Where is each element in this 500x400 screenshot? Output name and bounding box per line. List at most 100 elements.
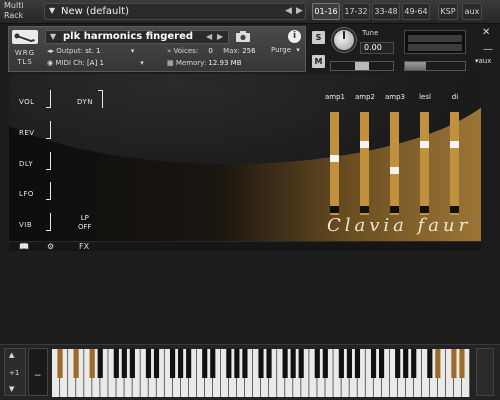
preset-prev-arrow-icon[interactable]: ◀: [285, 6, 292, 16]
vol-slider[interactable]: [46, 90, 56, 108]
black-key[interactable]: [153, 349, 160, 378]
lp-off-switch[interactable]: LP OFF: [78, 214, 92, 232]
black-key[interactable]: [395, 349, 401, 378]
rev-slider[interactable]: [46, 121, 56, 139]
amp3-toggle[interactable]: [390, 206, 399, 213]
piano-keyboard[interactable]: [52, 349, 470, 397]
black-key[interactable]: [403, 349, 409, 378]
black-key[interactable]: [290, 349, 296, 378]
gear-icon[interactable]: ⚙: [47, 242, 54, 251]
black-key[interactable]: [282, 349, 288, 378]
output-selector[interactable]: ◂▸ Output: st. 1 ▾: [47, 47, 134, 55]
di-toggle[interactable]: [450, 206, 459, 213]
black-key[interactable]: [354, 349, 361, 378]
black-key[interactable]: [298, 349, 304, 378]
dyn-slider[interactable]: [98, 90, 108, 108]
black-key[interactable]: [314, 349, 320, 378]
black-key[interactable]: [258, 349, 264, 378]
black-key[interactable]: [202, 349, 208, 378]
octave-down-icon[interactable]: ▼: [9, 385, 14, 393]
preset-next-arrow-icon[interactable]: ▶: [296, 6, 303, 16]
amp1-toggle[interactable]: [330, 206, 339, 213]
instrument-prev-arrow-icon[interactable]: ◀: [206, 32, 212, 41]
multi-rack-label: Multi Rack: [4, 1, 24, 20]
column-label-amp1: amp1: [324, 93, 345, 101]
amp1-slider[interactable]: [330, 112, 339, 215]
black-key[interactable]: [338, 349, 344, 378]
black-key[interactable]: [346, 349, 352, 378]
black-key[interactable]: [186, 349, 192, 378]
vol-label: VOL: [19, 98, 35, 106]
black-key[interactable]: [379, 349, 385, 378]
instrument-logo: Clavia faur: [327, 215, 472, 236]
aux-expand-icon[interactable]: ▾aux: [475, 57, 491, 65]
instrument-header: WRG TLS ▼ plk harmonics fingered ◀ ▶ i ◂…: [8, 26, 306, 72]
black-key[interactable]: [210, 349, 216, 378]
black-key[interactable]: [411, 349, 417, 378]
instrument-dropdown-arrow-icon[interactable]: ▼: [50, 32, 56, 41]
octave-up-icon[interactable]: ▲: [9, 351, 14, 359]
dly-slider[interactable]: [46, 152, 56, 170]
midi-channel-selector[interactable]: ◉ MIDI Ch: [A] 1 ▾: [47, 59, 144, 67]
solo-button[interactable]: S: [312, 31, 325, 44]
black-key[interactable]: [121, 349, 127, 378]
book-icon[interactable]: 📖: [19, 242, 29, 251]
amp2-toggle[interactable]: [360, 206, 369, 213]
black-key[interactable]: [242, 349, 248, 378]
ksp-button[interactable]: KSP: [438, 3, 458, 20]
volume-slider[interactable]: [404, 61, 466, 71]
tools-wrench-button[interactable]: [12, 30, 38, 44]
black-key[interactable]: [178, 349, 184, 378]
black-key[interactable]: [97, 349, 103, 378]
keyswitch-key[interactable]: [435, 349, 441, 378]
keyswitch-key[interactable]: [89, 349, 95, 378]
pan-slider[interactable]: [330, 61, 394, 71]
instrument-name-field[interactable]: ▼ plk harmonics fingered ◀ ▶: [45, 30, 229, 44]
black-key[interactable]: [129, 349, 135, 378]
black-key[interactable]: [145, 349, 152, 378]
keyswitch-key[interactable]: [459, 349, 465, 378]
camera-icon[interactable]: [235, 29, 251, 43]
info-icon[interactable]: i: [288, 30, 301, 43]
black-key[interactable]: [113, 349, 119, 378]
black-key[interactable]: [226, 349, 232, 378]
keyswitch-key[interactable]: [57, 349, 63, 378]
aux-button[interactable]: aux: [462, 3, 482, 20]
lesl-slider[interactable]: [420, 112, 429, 215]
mute-button[interactable]: M: [312, 55, 325, 68]
amp3-slider[interactable]: [390, 112, 399, 215]
keyswitch-key[interactable]: [451, 349, 457, 378]
lesl-toggle[interactable]: [420, 206, 429, 213]
preset-dropdown-arrow-icon[interactable]: ▼: [49, 6, 55, 15]
lfo-slider[interactable]: [46, 182, 56, 200]
tune-value-field[interactable]: 0.00: [360, 42, 394, 54]
amp3-slider-handle[interactable]: [390, 167, 399, 174]
multi-preset-selector[interactable]: ▼ New (default) ◀ ▶: [44, 3, 306, 20]
di-slider-handle[interactable]: [450, 141, 459, 148]
minimize-icon[interactable]: —: [483, 44, 493, 55]
black-key[interactable]: [170, 349, 176, 378]
black-key[interactable]: [266, 349, 272, 378]
di-slider[interactable]: [450, 112, 459, 215]
amp2-slider[interactable]: [360, 112, 369, 215]
black-key[interactable]: [234, 349, 240, 378]
lesl-slider-handle[interactable]: [420, 141, 429, 148]
instrument-next-arrow-icon[interactable]: ▶: [217, 32, 223, 41]
close-icon[interactable]: ✕: [482, 27, 490, 38]
amp1-slider-handle[interactable]: [330, 155, 339, 162]
purge-dropdown[interactable]: Purge ▾: [271, 46, 303, 56]
page-tab-49-64[interactable]: 49-64: [402, 3, 430, 20]
fx-tab[interactable]: FX: [79, 242, 89, 251]
pitch-mod-wheel[interactable]: −: [28, 348, 48, 396]
keyswitch-key[interactable]: [73, 349, 79, 378]
vib-slider[interactable]: [46, 213, 56, 231]
page-tab-01-16[interactable]: 01-16: [312, 3, 340, 20]
black-key[interactable]: [322, 349, 328, 378]
amp2-slider-handle[interactable]: [360, 141, 369, 148]
black-key[interactable]: [427, 349, 433, 378]
page-tab-33-48[interactable]: 33-48: [372, 3, 400, 20]
tune-knob[interactable]: [332, 28, 356, 52]
pan-handle[interactable]: [355, 62, 369, 70]
page-tab-17-32[interactable]: 17-32: [342, 3, 370, 20]
black-key[interactable]: [370, 349, 377, 378]
